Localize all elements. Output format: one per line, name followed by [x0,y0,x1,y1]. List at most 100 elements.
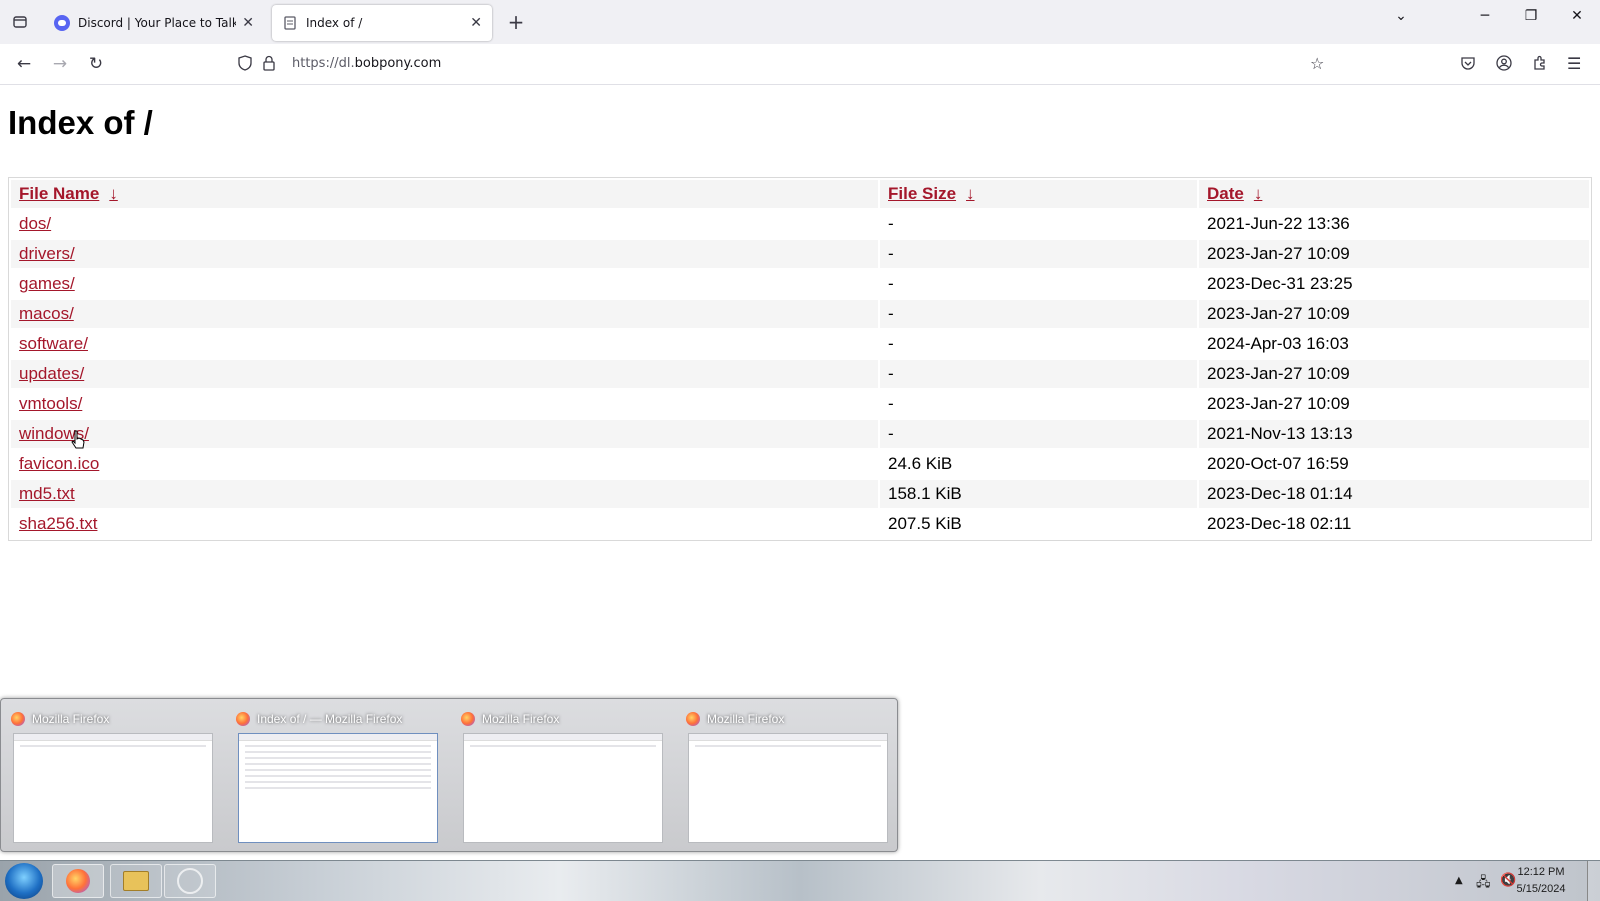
firefox-icon [686,712,700,726]
table-row: macos/ - 2023-Jan-27 10:09 [11,300,1589,328]
file-size-cell: 207.5 KiB [888,514,962,533]
file-link[interactable]: games/ [19,274,75,293]
file-name-cell: vmtools/ [11,390,878,418]
preview-thumbnail [688,733,888,843]
firefox-icon [461,712,475,726]
table-row: vmtools/ - 2023-Jan-27 10:09 [11,390,1589,418]
tracking-protection-shield-icon[interactable] [238,55,252,75]
window-preview[interactable]: Mozilla Firefox [11,709,221,847]
tab-title: Discord | Your Place to Talk and [78,16,237,30]
back-icon[interactable]: ← [12,52,36,76]
page-title: Index of / [8,104,153,141]
file-link[interactable]: software/ [19,334,88,353]
table-row: drivers/ - 2023-Jan-27 10:09 [11,240,1589,268]
minimize-icon[interactable]: ─ [1470,8,1500,24]
table-row: software/ - 2024-Apr-03 16:03 [11,330,1589,358]
show-desktop-button[interactable] [1587,861,1600,901]
file-size-cell: - [888,214,894,233]
table-row: updates/ - 2023-Jan-27 10:09 [11,360,1589,388]
header-date: Date ↓ [1199,180,1589,208]
taskbar-explorer[interactable] [110,864,162,898]
file-size-cell: - [880,300,1197,328]
file-date-cell: 2020-Oct-07 16:59 [1207,454,1349,473]
table-row: games/ - 2023-Dec-31 23:25 [11,270,1589,298]
extensions-icon[interactable] [1532,55,1548,75]
firefox-icon [236,712,250,726]
clock-time: 12:12 PM [1517,866,1565,878]
list-all-tabs-icon[interactable]: ⌄ [1386,8,1416,24]
window-preview[interactable]: Mozilla Firefox [461,709,671,847]
file-link[interactable]: favicon.ico [19,454,99,473]
window-preview[interactable]: Mozilla Firefox [686,709,896,847]
new-tab-icon[interactable]: + [504,10,528,34]
url-text[interactable]: https://dl.bobpony.com [292,56,441,71]
file-date-cell: 2023-Jan-27 10:09 [1199,360,1589,388]
app-icon [177,868,203,894]
firefox-view-icon[interactable] [0,0,40,44]
lock-icon[interactable] [262,55,276,75]
preview-thumbnail [13,733,213,843]
sort-by-name-link[interactable]: File Name [19,184,99,203]
sort-by-size-link[interactable]: File Size [888,184,956,203]
tab-index[interactable]: Index of / ✕ [272,5,492,41]
file-date-cell: 2023-Dec-18 02:11 [1207,514,1352,533]
taskbar-firefox[interactable] [52,864,104,898]
hand-cursor-icon [71,430,85,449]
file-date-cell: 2023-Jan-27 10:09 [1207,394,1350,413]
network-icon[interactable]: 🖧 [1476,873,1491,895]
file-size-cell: - [888,394,894,413]
account-icon[interactable] [1496,55,1512,75]
restore-icon[interactable]: ❐ [1516,8,1546,24]
file-size-cell: - [880,360,1197,388]
taskbar-app[interactable] [164,864,216,898]
tab-bar: Discord | Your Place to Talk and ✕ Index… [0,0,1600,44]
firefox-icon [11,712,25,726]
window-preview[interactable]: Index of / — Mozilla Firefox [236,709,446,847]
tab-discord[interactable]: Discord | Your Place to Talk and ✕ [44,5,264,41]
address-bar[interactable]: https://dl.bobpony.com ☆ [232,48,1336,80]
forward-icon[interactable]: → [48,52,72,76]
file-link[interactable]: md5.txt [19,484,75,503]
file-name-cell: updates/ [11,360,878,388]
preview-thumbnail [463,733,663,843]
file-size-cell: - [880,420,1197,448]
file-date-cell: 2023-Dec-18 01:14 [1199,480,1589,508]
file-date-cell: 2023-Dec-31 23:25 [1207,274,1353,293]
navigation-bar: ← → ↻ https://dl.bobpony.com ☆ ☰ [0,44,1600,85]
system-clock[interactable]: 12:12 PM 5/15/2024 [1506,864,1576,898]
close-tab-icon[interactable]: ✕ [470,15,482,31]
sort-by-date-link[interactable]: Date [1207,184,1244,203]
table-header-row: File Name ↓ File Size ↓ Date ↓ [11,180,1589,208]
file-link[interactable]: drivers/ [19,244,75,263]
folder-icon [123,871,149,891]
file-link[interactable]: dos/ [19,214,51,233]
pocket-icon[interactable] [1460,55,1476,75]
file-link[interactable]: macos/ [19,304,74,323]
sort-arrow-icon[interactable]: ↓ [1254,184,1263,203]
tab-title: Index of / [306,16,363,30]
file-size-cell: - [888,334,894,353]
bookmark-star-icon[interactable]: ☆ [1310,54,1324,73]
reload-icon[interactable]: ↻ [84,52,108,76]
page-icon [284,16,296,30]
file-date-cell: 2023-Jan-27 10:09 [1199,300,1589,328]
menu-hamburger-icon[interactable]: ☰ [1567,54,1581,73]
close-tab-icon[interactable]: ✕ [242,15,254,31]
file-name-cell: software/ [11,330,878,358]
preview-title: Mozilla Firefox [32,712,110,726]
windows-taskbar: ▲ 🖧 🔇 12:12 PM 5/15/2024 [0,860,1600,901]
sort-arrow-icon[interactable]: ↓ [109,184,118,203]
file-link[interactable]: updates/ [19,364,84,383]
header-file-size: File Size ↓ [880,180,1197,208]
file-link[interactable]: vmtools/ [19,394,82,413]
firefox-icon [66,869,90,893]
file-name-cell: macos/ [11,300,878,328]
show-hidden-icons-icon[interactable]: ▲ [1455,875,1463,886]
preview-thumbnail [238,733,438,843]
sort-arrow-icon[interactable]: ↓ [966,184,975,203]
start-button[interactable] [5,863,43,899]
close-window-icon[interactable]: ✕ [1562,8,1592,24]
table-row: favicon.ico 24.6 KiB 2020-Oct-07 16:59 [11,450,1589,478]
file-link[interactable]: sha256.txt [19,514,97,533]
preview-title: Mozilla Firefox [482,712,560,726]
